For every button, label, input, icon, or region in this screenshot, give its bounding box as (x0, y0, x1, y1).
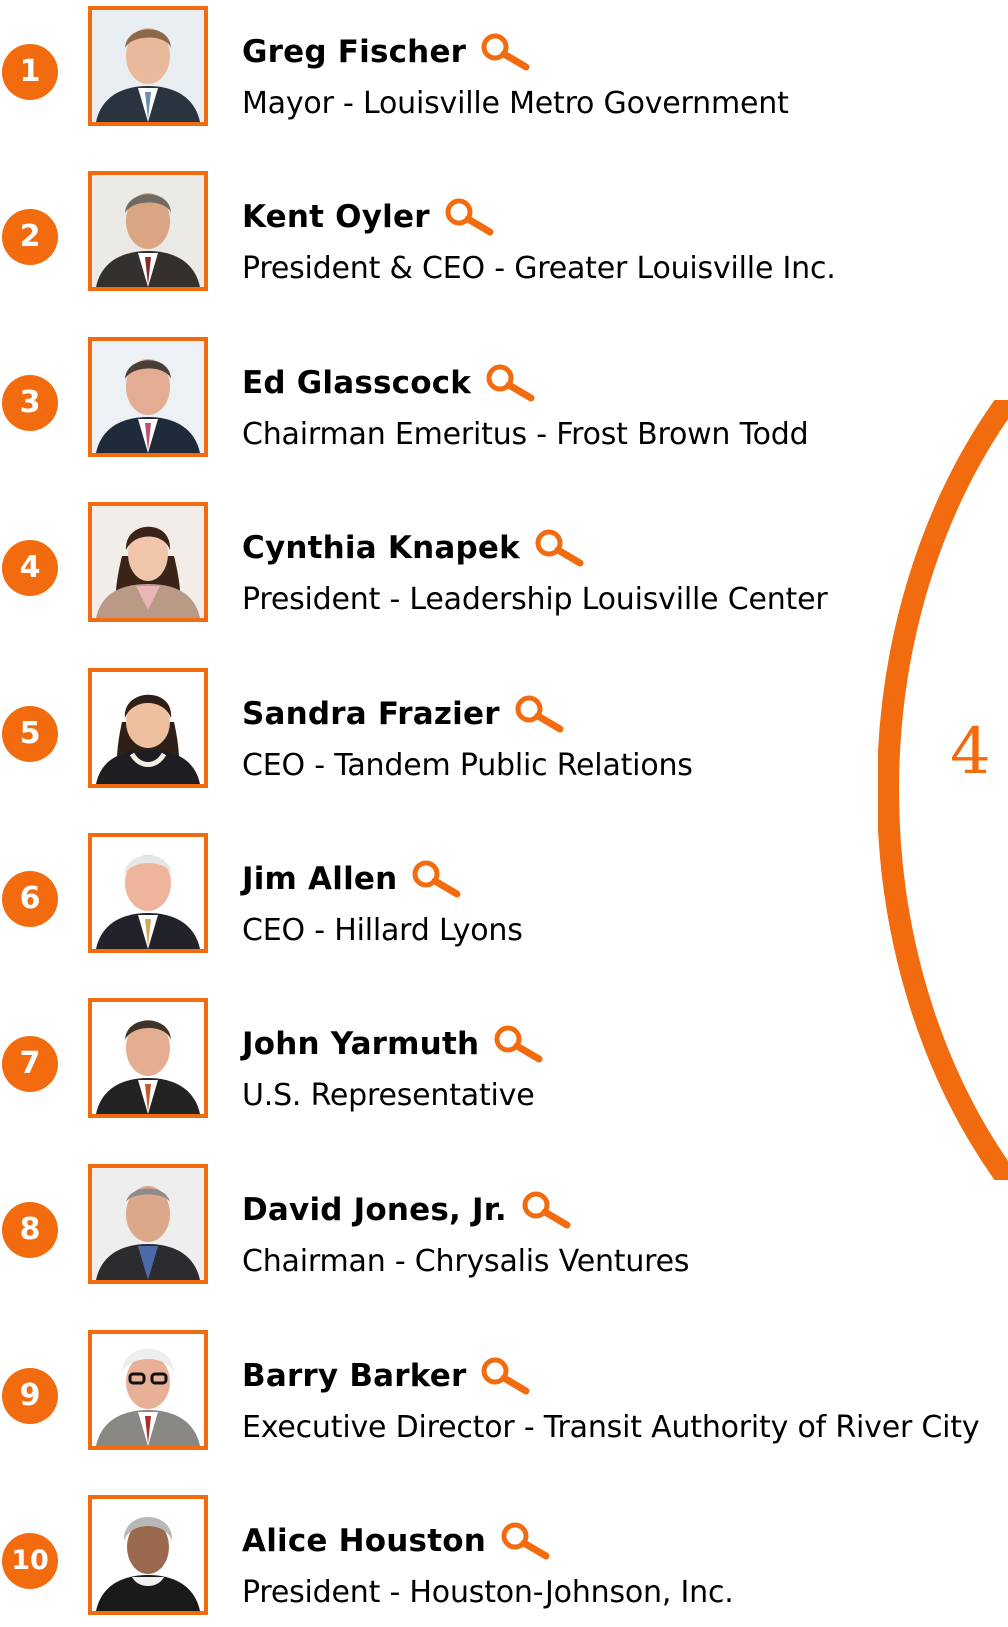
person-title: CEO - Tandem Public Relations (242, 748, 693, 783)
list-item-6: 6 Jim Allen CEO - Hillard Lyons (0, 833, 1008, 959)
rank-badge: 8 (2, 1202, 58, 1258)
decorative-arc (878, 400, 1008, 1180)
person-name: Ed Glasscock (242, 365, 472, 401)
headshot-photo (88, 1164, 208, 1284)
person-name-line: Barry Barker (242, 1352, 532, 1400)
magnifier-icon[interactable] (514, 694, 566, 734)
list-item-5: 5 Sandra Frazier CEO - Tandem Public Rel… (0, 668, 1008, 794)
person-title: President - Houston-Johnson, Inc. (242, 1575, 734, 1610)
person-name-line: Alice Houston (242, 1517, 552, 1565)
list-item-10: 10 Alice Houston President - Houston-Joh… (0, 1495, 1008, 1621)
rank-badge: 6 (2, 871, 58, 927)
list-item-4: 4 Cynthia Knapek President - Leadership … (0, 502, 1008, 628)
magnifier-icon[interactable] (500, 1521, 552, 1561)
person-title: Chairman Emeritus - Frost Brown Todd (242, 417, 809, 452)
person-name-line: David Jones, Jr. (242, 1186, 573, 1234)
person-name-line: Ed Glasscock (242, 359, 537, 407)
person-name-line: Cynthia Knapek (242, 524, 586, 572)
rank-badge: 4 (2, 540, 58, 596)
rank-badge: 3 (2, 375, 58, 431)
person-name: John Yarmuth (242, 1026, 480, 1062)
magnifier-icon[interactable] (534, 528, 586, 568)
headshot-photo (88, 1495, 208, 1615)
headshot-photo (88, 668, 208, 788)
person-name-line: Jim Allen (242, 855, 463, 903)
rank-badge: 2 (2, 209, 58, 265)
person-title: Executive Director - Transit Authority o… (242, 1410, 980, 1445)
list-item-8: 8 David Jones, Jr. Chairman - Chrysalis … (0, 1164, 1008, 1290)
magnifier-icon[interactable] (493, 1024, 545, 1064)
magnifier-icon[interactable] (411, 859, 463, 899)
ranked-people-list: 1 Greg Fischer Mayor - Louisville Metro … (0, 0, 1008, 1627)
list-item-3: 3 Ed Glasscock Chairman Emeritus - Frost… (0, 337, 1008, 463)
person-name-line: Sandra Frazier (242, 690, 566, 738)
person-title: U.S. Representative (242, 1078, 535, 1113)
magnifier-icon[interactable] (444, 197, 496, 237)
person-title: CEO - Hillard Lyons (242, 913, 523, 948)
person-name: Greg Fischer (242, 34, 467, 70)
headshot-photo (88, 6, 208, 126)
magnifier-icon[interactable] (480, 32, 532, 72)
list-item-2: 2 Kent Oyler President & CEO - Greater L… (0, 171, 1008, 297)
side-number: 4 (950, 715, 991, 789)
person-name-line: Kent Oyler (242, 193, 496, 241)
rank-badge: 7 (2, 1036, 58, 1092)
magnifier-icon[interactable] (485, 363, 537, 403)
headshot-photo (88, 833, 208, 953)
rank-badge: 1 (2, 44, 58, 100)
person-name: Kent Oyler (242, 199, 430, 235)
list-item-7: 7 John Yarmuth U.S. Representative (0, 998, 1008, 1124)
magnifier-icon[interactable] (480, 1356, 532, 1396)
person-title: Chairman - Chrysalis Ventures (242, 1244, 690, 1279)
headshot-photo (88, 171, 208, 291)
person-name: Barry Barker (242, 1358, 467, 1394)
rank-badge: 9 (2, 1368, 58, 1424)
person-title: President & CEO - Greater Louisville Inc… (242, 251, 836, 286)
person-name-line: John Yarmuth (242, 1020, 545, 1068)
person-name: Jim Allen (242, 861, 398, 897)
person-name: Alice Houston (242, 1523, 486, 1559)
rank-badge: 10 (2, 1533, 58, 1589)
magnifier-icon[interactable] (521, 1190, 573, 1230)
person-name: Cynthia Knapek (242, 530, 520, 566)
person-name: David Jones, Jr. (242, 1192, 507, 1228)
person-title: President - Leadership Louisville Center (242, 582, 828, 617)
headshot-photo (88, 337, 208, 457)
list-item-1: 1 Greg Fischer Mayor - Louisville Metro … (0, 6, 1008, 132)
headshot-photo (88, 502, 208, 622)
rank-badge: 5 (2, 706, 58, 762)
list-item-9: 9 Barry Barker Executive Director - Tran… (0, 1330, 1008, 1456)
person-title: Mayor - Louisville Metro Government (242, 86, 789, 121)
headshot-photo (88, 1330, 208, 1450)
person-name-line: Greg Fischer (242, 28, 532, 76)
person-name: Sandra Frazier (242, 696, 500, 732)
headshot-photo (88, 998, 208, 1118)
